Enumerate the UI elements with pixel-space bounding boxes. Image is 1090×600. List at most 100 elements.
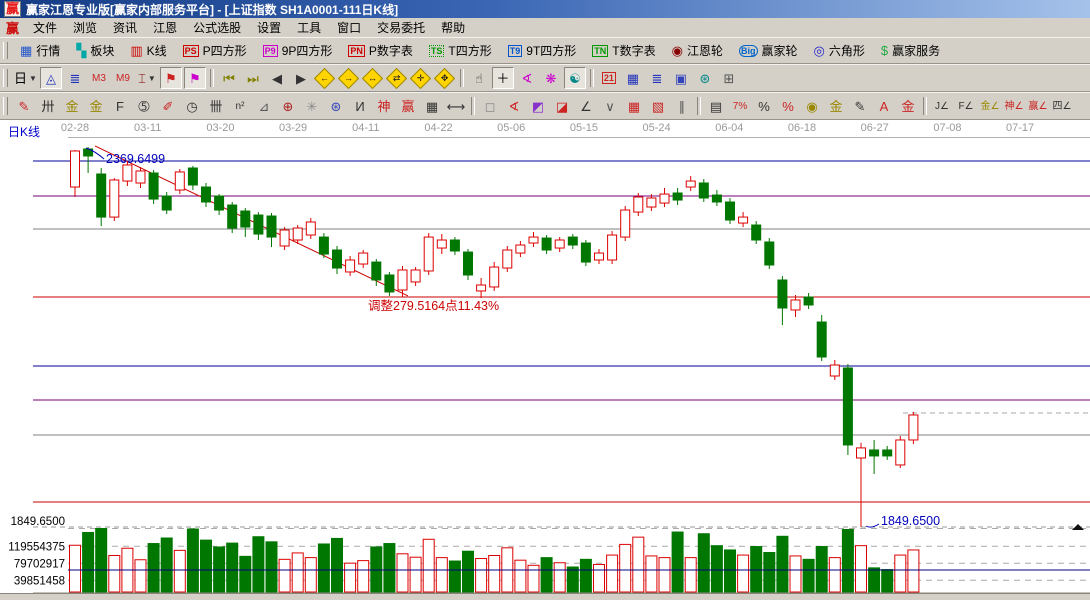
kline-button[interactable]: ▥K线 (123, 40, 173, 62)
box-tool-button[interactable]: ◻ (479, 95, 501, 117)
gann-wheel-button[interactable]: ◉江恩轮 (665, 40, 730, 62)
menu-item-6[interactable]: 工具 (289, 17, 329, 38)
save-button[interactable]: ▣ (670, 67, 692, 89)
chart9-button[interactable]: M9 (112, 67, 134, 89)
diamond-hshrink-button[interactable]: ⇄ (386, 67, 408, 89)
hexagon-button[interactable]: ◎六角形 (807, 40, 872, 62)
flower-tool-button[interactable]: ❋ (540, 67, 562, 89)
last-page-button[interactable]: ⏭ (242, 67, 264, 89)
f-angle-button[interactable]: F∠ (955, 95, 977, 117)
ying-grid-button[interactable]: 赢 (397, 95, 419, 117)
v-lines-button[interactable]: ∨ (599, 95, 621, 117)
shen-grid-button[interactable]: 神 (373, 95, 395, 117)
menu-item-0[interactable]: 文件 (25, 17, 65, 38)
width-adjust-button[interactable]: ⟷ (445, 95, 467, 117)
gold-level-button[interactable]: 金 (825, 95, 847, 117)
hand-tool-button[interactable]: ☝ (468, 67, 490, 89)
elliott-wave-button[interactable]: И (349, 95, 371, 117)
t-number-table-button[interactable]: TNT数字表 (585, 40, 662, 62)
period-day-button[interactable]: 日▼ (13, 67, 38, 89)
pct7-button[interactable]: 7% (729, 95, 751, 117)
f-grid-button[interactable]: F (109, 95, 131, 117)
calculator-button[interactable]: ▦ (622, 67, 644, 89)
compass-button[interactable]: ⊕ (277, 95, 299, 117)
candle-down (712, 195, 721, 202)
info-panel-button[interactable]: ≣ (64, 67, 86, 89)
p-square-button[interactable]: PSP四方形 (176, 40, 254, 62)
line-group-button[interactable]: 卌 (205, 95, 227, 117)
9t-square-button[interactable]: T99T四方形 (501, 40, 584, 62)
n-square-button[interactable]: n² (229, 95, 251, 117)
fan-box2-button[interactable]: ◪ (551, 95, 573, 117)
printer-button[interactable]: ⊞ (718, 67, 740, 89)
menu-item-3[interactable]: 江恩 (145, 17, 185, 38)
web-grid-button[interactable]: ⊛ (325, 95, 347, 117)
si-angle-button[interactable]: 四∠ (1051, 95, 1073, 117)
time-cycle-button[interactable]: ◷ (181, 95, 203, 117)
red-grid-button[interactable]: ▦ (623, 95, 645, 117)
title-bar[interactable]: 赢 赢家江恩专业版[赢家内部服务平台] - [上证指数 SH1A0001-111… (0, 0, 1090, 18)
next-button[interactable]: ▶ (290, 67, 312, 89)
grid-123-button[interactable]: ▦ (421, 95, 443, 117)
a-pct-button[interactable]: A (873, 95, 895, 117)
brain-tool-button[interactable]: ☯ (564, 67, 586, 89)
angle-lines-button[interactable]: ∠ (575, 95, 597, 117)
menu-item-2[interactable]: 资讯 (105, 17, 145, 38)
gann-fan-button[interactable]: ∢ (503, 95, 525, 117)
gann-flag-button[interactable]: ⚑ (160, 67, 182, 89)
menu-item-7[interactable]: 窗口 (329, 17, 369, 38)
angle-tool-button[interactable]: ∢ (516, 67, 538, 89)
chart3-button[interactable]: M3 (88, 67, 110, 89)
gold-grid2-button[interactable]: 金 (85, 95, 107, 117)
sectors-button[interactable]: ▚板块 (69, 40, 121, 62)
pct-table-icon: ▤ (710, 100, 722, 113)
menu-item-8[interactable]: 交易委托 (369, 17, 433, 38)
ying-angle-button[interactable]: 赢∠ (1027, 95, 1049, 117)
p-number-table-button[interactable]: PNP数字表 (341, 40, 420, 62)
t-square-button[interactable]: TST四方形 (422, 40, 499, 62)
measure-pen-button[interactable]: ✎ (849, 95, 871, 117)
crosshair-tool-button[interactable]: ＋ (492, 67, 514, 89)
gold-grid1-button[interactable]: 金 (61, 95, 83, 117)
report-list-button[interactable]: ≣ (646, 67, 668, 89)
winner-service-button[interactable]: $赢家服务 (874, 40, 947, 62)
9p-square-button[interactable]: P99P四方形 (256, 40, 340, 62)
winner-wheel-button[interactable]: Big赢家轮 (732, 40, 805, 62)
j-angle-button[interactable]: J∠ (931, 95, 953, 117)
pencil2-tool-button[interactable]: ✐ (157, 95, 179, 117)
network-button[interactable]: ⊛ (694, 67, 716, 89)
menu-item-1[interactable]: 浏览 (65, 17, 105, 38)
percent-button[interactable]: % (753, 95, 775, 117)
gold-angle-button[interactable]: 金∠ (979, 95, 1001, 117)
diamond-hexpand-button[interactable]: ↔ (362, 67, 384, 89)
quotes-button[interactable]: ▦行情 (13, 40, 67, 62)
parallel-lines-button[interactable]: ∥ (671, 95, 693, 117)
diamond-compress-button[interactable]: ✛ (410, 67, 432, 89)
menu-item-5[interactable]: 设置 (249, 17, 289, 38)
spiral-tool-button[interactable]: ➄ (133, 95, 155, 117)
pencil-tool-button[interactable]: ✎ (13, 95, 35, 117)
first-page-button[interactable]: ⏮ (218, 67, 240, 89)
grid-arrow-button[interactable]: ▧ (647, 95, 669, 117)
fan-box1-button[interactable]: ◩ (527, 95, 549, 117)
grid-tool-button[interactable]: 卅 (37, 95, 59, 117)
volume-flag-button[interactable]: ⚑ (184, 67, 206, 89)
diamond-left-button[interactable]: ← (314, 67, 336, 89)
star-web-button[interactable]: ✳ (301, 95, 323, 117)
gold-circle-button[interactable]: ◉ (801, 95, 823, 117)
shen-angle-button[interactable]: 神∠ (1003, 95, 1025, 117)
diamond-right-button[interactable]: → (338, 67, 360, 89)
candle-down (804, 297, 813, 305)
menu-item-9[interactable]: 帮助 (433, 17, 473, 38)
candle-style-button[interactable]: ⌶▼ (136, 67, 158, 89)
diamond-expand-button[interactable]: ✥ (434, 67, 456, 89)
pct-line-button[interactable]: % (777, 95, 799, 117)
gold-underline-button[interactable]: 金 (897, 95, 919, 117)
menu-item-4[interactable]: 公式选股 (185, 17, 249, 38)
kline-chart[interactable]: 02-2803-1103-2003-2904-1104-2205-0605-15… (0, 120, 1090, 593)
a-angle-button[interactable]: ⊿ (253, 95, 275, 117)
overlay-chart-button[interactable]: ◬ (40, 67, 62, 89)
pct-table-button[interactable]: ▤ (705, 95, 727, 117)
calendar-21-button[interactable]: 21 (598, 67, 620, 89)
prev-button[interactable]: ◀ (266, 67, 288, 89)
